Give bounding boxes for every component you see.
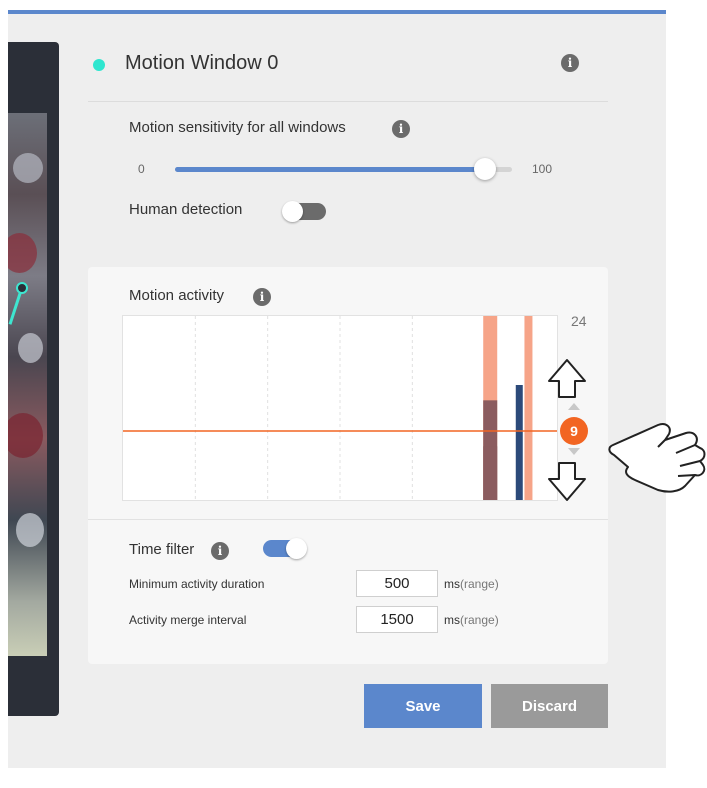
window-status-dot	[93, 59, 105, 71]
time-filter-label: Time filter	[129, 541, 195, 558]
slider-min-label: 0	[138, 162, 145, 176]
range-link[interactable]: (range)	[460, 577, 499, 591]
unit-text: ms	[444, 613, 460, 627]
sensitivity-label: Motion sensitivity for all windows	[129, 119, 346, 136]
card-divider	[88, 519, 608, 520]
merge-interval-label: Activity merge interval	[129, 613, 247, 627]
discard-button[interactable]: Discard	[491, 684, 608, 728]
slider-fill	[175, 167, 486, 172]
camera-preview-pane	[8, 42, 59, 716]
toggle-knob	[282, 201, 303, 222]
merge-interval-unit: ms(range)	[444, 613, 499, 627]
motion-activity-chart	[122, 315, 558, 501]
chart-max-label: 24	[571, 313, 587, 329]
slider-max-label: 100	[532, 162, 553, 176]
activity-label: Motion activity	[129, 287, 225, 304]
min-duration-unit: ms(range)	[444, 577, 499, 591]
activity-info-icon[interactable]: i	[253, 288, 271, 306]
save-button[interactable]: Save	[364, 684, 482, 728]
toggle-knob	[286, 538, 307, 559]
chart-bar	[515, 385, 523, 500]
min-duration-input[interactable]	[356, 570, 438, 597]
human-detection-label: Human detection	[129, 201, 243, 218]
camera-live-image	[8, 113, 47, 656]
slider-thumb[interactable]	[474, 158, 497, 180]
info-icon[interactable]: i	[561, 54, 579, 72]
range-link[interactable]: (range)	[460, 613, 499, 627]
drag-gesture-hand-icon	[548, 359, 706, 501]
unit-text: ms	[444, 577, 460, 591]
header-divider	[88, 101, 608, 102]
sensitivity-slider[interactable]	[175, 158, 512, 180]
min-duration-label: Minimum activity duration	[129, 577, 265, 591]
chart-bar	[483, 446, 498, 500]
sensitivity-info-icon[interactable]: i	[392, 120, 410, 138]
time-filter-toggle[interactable]	[263, 538, 307, 559]
human-detection-toggle[interactable]	[282, 201, 326, 222]
time-filter-info-icon[interactable]: i	[211, 542, 229, 560]
window-title: Motion Window 0	[125, 52, 279, 74]
chart-svg	[123, 316, 557, 500]
chart-bar	[524, 316, 533, 500]
page-root: Motion Window 0 i Motion sensitivity for…	[0, 0, 707, 788]
merge-interval-input[interactable]	[356, 606, 438, 633]
